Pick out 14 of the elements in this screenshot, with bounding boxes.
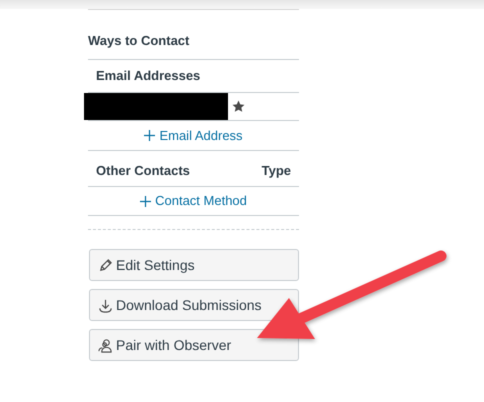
action-button[interactable]: Edit Settings: [89, 249, 299, 281]
column-header: Type: [262, 162, 291, 180]
action-button[interactable]: Download Submissions: [89, 289, 299, 321]
add-link[interactable]: Email Address: [144, 126, 243, 146]
pencil-icon: [98, 258, 113, 272]
people-icon: [98, 338, 113, 352]
plus-icon: [144, 130, 156, 141]
column-header: Other Contacts: [96, 162, 190, 180]
plus-icon: [140, 196, 152, 206]
download-icon: [98, 298, 113, 312]
section-heading: Email Addresses: [96, 67, 200, 86]
action-button[interactable]: Pair with Observer: [89, 329, 299, 361]
add-link[interactable]: Contact Method: [140, 191, 247, 211]
section-title: Ways to Contact: [88, 32, 190, 50]
